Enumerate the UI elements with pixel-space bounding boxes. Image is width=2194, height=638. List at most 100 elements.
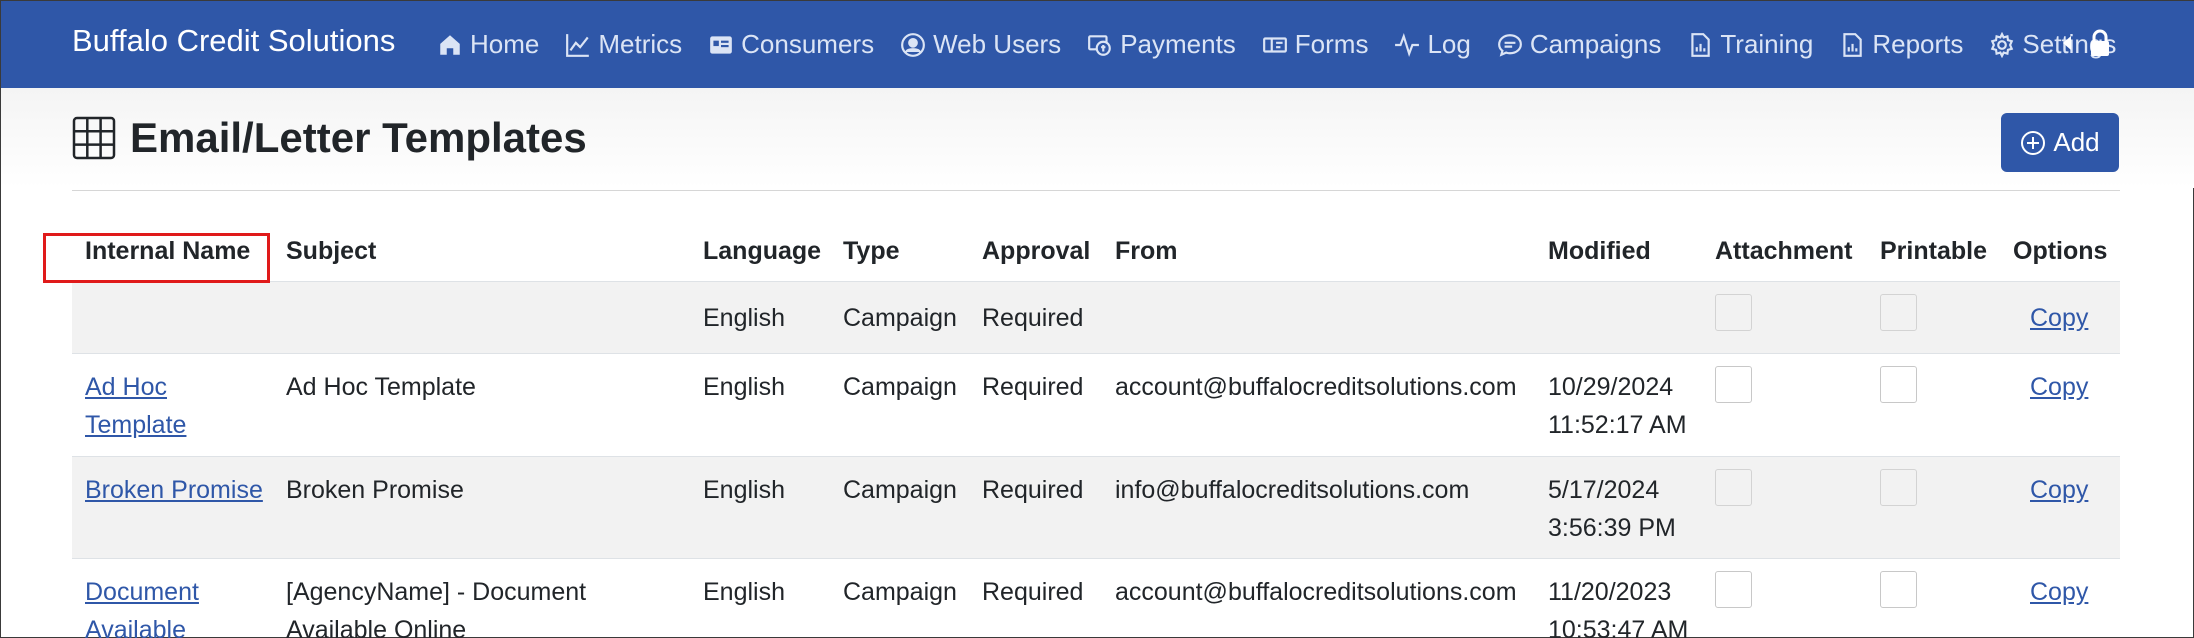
printable-checkbox[interactable] [1880,294,1917,331]
nav-item-label: Payments [1120,29,1236,59]
table-row: Ad Hoc Template Ad Hoc Template English … [72,354,2120,457]
forms-icon [1262,36,1287,53]
type-cell: Campaign [843,304,957,332]
nav-item-label: Log [1427,29,1471,59]
header-divider [72,190,2120,191]
attachment-checkbox[interactable] [1715,571,1752,608]
printable-checkbox[interactable] [1880,469,1917,506]
column-header-from[interactable]: From [1115,237,1178,266]
nav-item-payments[interactable]: Payments [1087,29,1236,60]
from-cell: account@buffalocreditsolutions.com [1115,373,1517,401]
from-cell: info@buffalocreditsolutions.com [1115,476,1470,504]
nav-end [2063,29,2111,57]
nav-item-label: Consumers [741,29,875,59]
column-header-printable[interactable]: Printable [1880,237,1987,266]
copy-link[interactable]: Copy [2030,299,2088,337]
internal-name-link[interactable]: Broken Promise [85,471,263,509]
column-header-options[interactable]: Options [2013,237,2107,266]
type-cell: Campaign [843,373,957,401]
internal-name-link[interactable]: Document [85,573,199,611]
column-header-attachment[interactable]: Attachment [1715,237,1853,266]
column-header-subject[interactable]: Subject [286,237,376,266]
attachment-checkbox[interactable] [1715,469,1752,506]
page-header: Email/Letter Templates [72,114,587,162]
nav-item-label: Forms [1294,29,1369,59]
modified-date: 10/29/2024 [1548,373,1674,401]
approval-cell: Required [982,373,1084,401]
attachment-checkbox[interactable] [1715,366,1752,403]
internal-name-cell: Ad Hoc Template [85,368,186,444]
subject-cell: Ad Hoc Template [286,373,476,401]
lock-icon[interactable] [2089,29,2111,57]
add-button[interactable]: Add [2001,113,2119,172]
language-cell: English [703,578,785,606]
table-row: Document Available [AgencyName] - Docume… [72,559,2120,638]
nav-item-forms[interactable]: Forms [1262,29,1369,60]
internal-name-cell: Document Available [85,573,199,638]
nav-item-metrics[interactable]: Metrics [565,29,682,60]
table-header: Internal Name Subject Language Type Appr… [72,228,2120,282]
column-header-type[interactable]: Type [843,237,900,266]
nav-item-label: Metrics [598,29,683,59]
page-title: Email/Letter Templates [130,114,587,161]
add-button-label: Add [2053,127,2100,157]
nav-item-label: Home [470,29,540,59]
nav-item-web-users[interactable]: Web Users [900,29,1061,60]
copy-link[interactable]: Copy [2030,471,2088,509]
nav-item-reports[interactable]: Reports [1839,29,1963,60]
column-header-modified[interactable]: Modified [1548,237,1651,266]
modified-date: 5/17/2024 [1548,476,1660,504]
copy-link[interactable]: Copy [2030,573,2088,611]
modified-cell: 11/20/2023 10:53:47 AM [1548,573,1688,638]
nav-item-home[interactable]: Home [437,29,539,60]
from-cell: account@buffalocreditsolutions.com [1115,578,1517,606]
printable-checkbox[interactable] [1880,571,1917,608]
language-cell: English [703,476,785,504]
type-cell: Campaign [843,476,957,504]
modified-time: 3:56:39 PM [1548,514,1676,542]
subject-cell: [AgencyName] - Document Available Online [286,573,586,638]
modified-time: 11:52:17 AM [1548,411,1687,439]
nav-item-label: Training [1720,29,1814,59]
nav-items: Home Metrics Consumers Web Users Payment… [437,1,2142,88]
activity-icon [1395,32,1420,57]
printable-checkbox[interactable] [1880,366,1917,403]
report-icon [1843,32,1863,57]
approval-cell: Required [982,578,1084,606]
chat-icon [1497,33,1522,57]
nav-item-campaigns[interactable]: Campaigns [1497,29,1662,60]
highlight-box [43,233,270,283]
top-navbar: Buffalo Credit Solutions Home Metrics Co… [1,1,2194,88]
table-row: Broken Promise Broken Promise English Ca… [72,457,2120,559]
type-cell: Campaign [843,578,957,606]
subject-line: [AgencyName] - Document [286,578,587,606]
modified-cell: 5/17/2024 3:56:39 PM [1548,471,1676,547]
modified-date: 11/20/2023 [1548,578,1672,606]
id-card-icon [710,35,732,54]
subject-line-cont: Available Online [286,616,467,638]
templates-table: Internal Name Subject Language Type Appr… [72,228,2120,638]
collapse-caret-icon[interactable] [2063,36,2071,50]
brand-name[interactable]: Buffalo Credit Solutions [72,23,395,59]
table-row: English Campaign Required Copy [72,282,2120,354]
language-cell: English [703,373,785,401]
report-icon [1691,32,1711,57]
internal-name-link[interactable]: Ad Hoc [85,368,186,406]
nav-item-consumers[interactable]: Consumers [708,29,874,60]
column-header-approval[interactable]: Approval [982,237,1090,266]
copy-link[interactable]: Copy [2030,368,2088,406]
modified-cell: 10/29/2024 11:52:17 AM [1548,368,1687,444]
plus-circle-icon [2021,130,2046,155]
table-grid-icon [72,116,116,160]
internal-name-link-cont[interactable]: Template [85,406,186,444]
attachment-checkbox[interactable] [1715,294,1752,331]
nav-item-training[interactable]: Training [1687,29,1813,60]
gear-icon [1991,31,2014,58]
internal-name-link-cont[interactable]: Available [85,611,199,638]
column-header-language[interactable]: Language [703,237,821,266]
home-icon [440,34,460,55]
internal-name-cell: Broken Promise [85,471,263,509]
user-circle-icon [901,32,925,57]
nav-item-label: Campaigns [1529,29,1662,59]
nav-item-log[interactable]: Log [1394,29,1471,60]
